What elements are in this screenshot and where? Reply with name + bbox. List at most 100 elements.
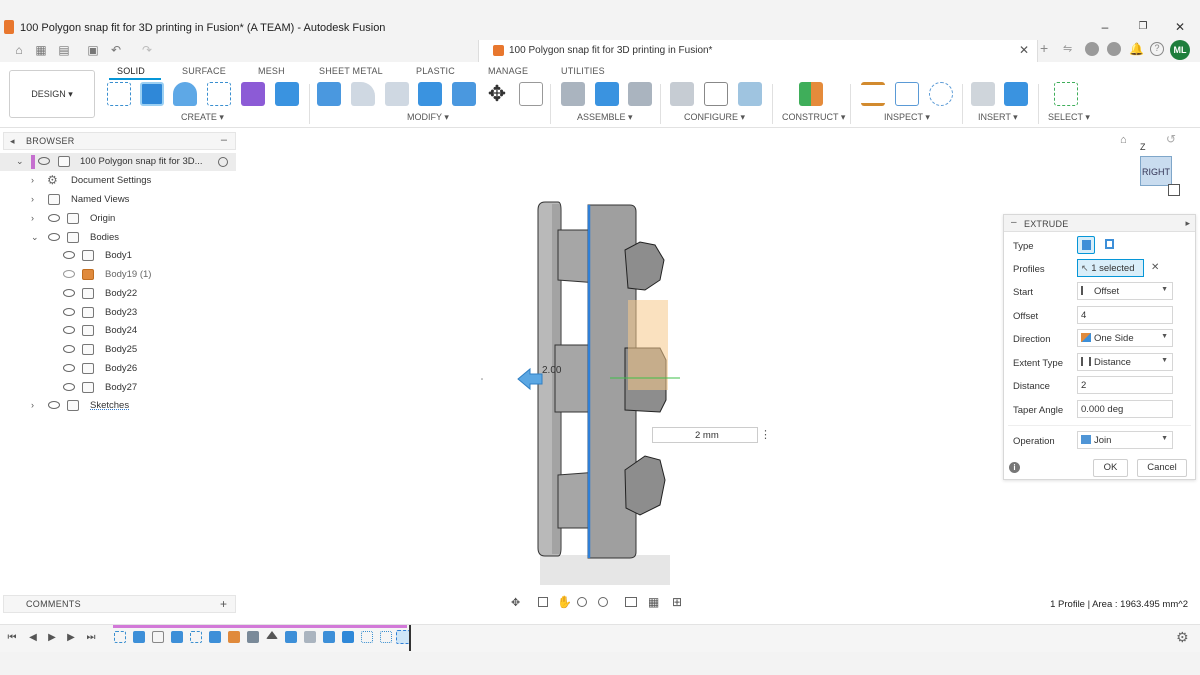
- start-dropdown[interactable]: Offset ▼: [1077, 282, 1173, 300]
- configure-icon[interactable]: [670, 82, 694, 106]
- visibility-eye-icon[interactable]: [63, 383, 75, 391]
- timeline-extrude-icon[interactable]: [323, 631, 335, 643]
- visibility-eye-icon[interactable]: [63, 251, 75, 259]
- timeline-sketch-icon[interactable]: [190, 631, 202, 643]
- tree-item-body27[interactable]: Body27: [0, 379, 236, 397]
- ok-button[interactable]: OK: [1093, 459, 1128, 477]
- visibility-eye-icon[interactable]: [48, 214, 60, 222]
- visibility-eye-icon[interactable]: [48, 401, 60, 409]
- chevron-right-icon[interactable]: ›: [31, 213, 41, 223]
- timeline-mirror-icon[interactable]: [266, 631, 278, 639]
- pan-icon[interactable]: ✋: [557, 595, 572, 609]
- activate-radio-icon[interactable]: [218, 157, 228, 167]
- chamfer-icon[interactable]: [385, 82, 409, 106]
- profiles-selection[interactable]: ↖ 1 selected: [1077, 259, 1144, 277]
- as-built-joint-icon[interactable]: [628, 82, 652, 106]
- timeline-last-icon[interactable]: ⏭: [85, 632, 97, 644]
- home-icon[interactable]: ⌂: [12, 43, 26, 57]
- tab-utilities[interactable]: UTILITIES: [561, 66, 605, 76]
- create-group-label[interactable]: CREATE ▾: [181, 112, 224, 123]
- chevron-right-icon[interactable]: ›: [31, 194, 41, 204]
- home-view-icon[interactable]: ⌂: [1120, 134, 1127, 146]
- browser-root-row[interactable]: ⌄ 100 Polygon snap fit for 3D...: [0, 153, 236, 171]
- extensions-icon[interactable]: [1107, 42, 1121, 56]
- configure-rule-icon[interactable]: [738, 82, 762, 106]
- maximize-button[interactable]: ❐: [1128, 18, 1158, 36]
- new-component-icon[interactable]: [561, 82, 585, 106]
- modify-group-label[interactable]: MODIFY ▾: [407, 112, 449, 123]
- viewcube-right-face[interactable]: RIGHT: [1140, 156, 1172, 186]
- viewports-icon[interactable]: ⊞: [672, 595, 682, 609]
- select-group-label[interactable]: SELECT ▾: [1048, 112, 1090, 123]
- timeline-first-icon[interactable]: ⏮: [6, 632, 18, 644]
- configuration-table-icon[interactable]: [704, 82, 728, 106]
- file-menu-icon[interactable]: ▤: [57, 43, 71, 57]
- timeline-extrude-icon[interactable]: [171, 631, 183, 643]
- box-icon[interactable]: [275, 82, 299, 106]
- visibility-eye-icon[interactable]: [38, 157, 50, 165]
- tree-item-body1[interactable]: Body1: [0, 247, 236, 265]
- tree-item-bodies[interactable]: ⌄ Bodies: [0, 229, 236, 247]
- section-analysis-icon[interactable]: [929, 82, 953, 106]
- chevron-down-icon[interactable]: ⌄: [16, 156, 26, 167]
- move-icon[interactable]: ✥: [485, 82, 509, 106]
- timeline-feature-icon[interactable]: [247, 631, 259, 643]
- timeline-extrude-icon[interactable]: [285, 631, 297, 643]
- taper-angle-input[interactable]: 0.000 deg: [1077, 400, 1173, 418]
- job-status-icon[interactable]: [1085, 42, 1099, 56]
- document-tab[interactable]: 100 Polygon snap fit for 3D printing in …: [478, 40, 1038, 62]
- timeline-prev-icon[interactable]: ◀: [27, 632, 39, 644]
- timeline-extrude-icon[interactable]: [133, 631, 145, 643]
- timeline-next-icon[interactable]: ▶: [65, 632, 77, 644]
- close-window-button[interactable]: ✕: [1165, 18, 1195, 36]
- shell-icon[interactable]: [418, 82, 442, 106]
- type-thin-button[interactable]: [1101, 236, 1119, 254]
- help-icon[interactable]: ?: [1150, 42, 1164, 56]
- grid-settings-icon[interactable]: ▦: [648, 595, 659, 609]
- insert-image-icon[interactable]: [1004, 82, 1028, 106]
- offline-icon[interactable]: ⇋: [1063, 42, 1077, 56]
- cancel-button[interactable]: Cancel: [1137, 459, 1187, 477]
- minimize-button[interactable]: –: [1090, 18, 1120, 36]
- workspace-switcher[interactable]: DESIGN ▾: [9, 70, 95, 118]
- chevron-right-icon[interactable]: ›: [31, 400, 41, 410]
- chevron-down-icon[interactable]: ⌄: [31, 232, 41, 243]
- add-comment-button[interactable]: +: [220, 597, 227, 611]
- timeline-combine-icon[interactable]: [342, 631, 354, 643]
- offset-input[interactable]: 4: [1077, 306, 1173, 324]
- visibility-eye-icon[interactable]: [63, 345, 75, 353]
- direction-dropdown[interactable]: One Side ▼: [1077, 329, 1173, 347]
- tab-mesh[interactable]: MESH: [258, 66, 285, 76]
- display-settings-icon[interactable]: [625, 597, 637, 607]
- timeline-settings-gear-icon[interactable]: ⚙: [1176, 629, 1189, 646]
- save-icon[interactable]: ▣: [86, 43, 100, 57]
- tab-surface[interactable]: SURFACE: [182, 66, 226, 76]
- extrude-icon[interactable]: [140, 82, 164, 106]
- undo-icon[interactable]: ↶: [109, 43, 123, 57]
- tree-item-body19[interactable]: Body19 (1): [0, 266, 236, 284]
- form-icon[interactable]: [241, 82, 265, 106]
- viewcube-corner-icon[interactable]: [1168, 184, 1180, 196]
- visibility-eye-icon[interactable]: [63, 289, 75, 297]
- measure-icon[interactable]: [861, 82, 885, 106]
- close-tab-icon[interactable]: ✕: [1019, 43, 1029, 57]
- timeline-feature-icon[interactable]: [152, 631, 164, 643]
- timeline-feature-icon[interactable]: [304, 631, 316, 643]
- tree-item-body25[interactable]: Body25: [0, 341, 236, 359]
- change-parameters-icon[interactable]: [519, 82, 543, 106]
- tree-item-body26[interactable]: Body26: [0, 360, 236, 378]
- tree-item-origin[interactable]: › Origin: [0, 210, 236, 228]
- insert-group-label[interactable]: INSERT ▾: [978, 112, 1018, 123]
- timeline-current-sketch-icon[interactable]: [396, 630, 410, 644]
- extent-type-dropdown[interactable]: Distance ▼: [1077, 353, 1173, 371]
- zoom-icon[interactable]: [577, 597, 587, 607]
- timeline-extrude-icon[interactable]: [209, 631, 221, 643]
- new-tab-icon[interactable]: +: [1040, 40, 1048, 56]
- combine-icon[interactable]: [452, 82, 476, 106]
- configure-group-label[interactable]: CONFIGURE ▾: [684, 112, 745, 123]
- inspect-group-label[interactable]: INSPECT ▾: [884, 112, 930, 123]
- timeline-marker[interactable]: [409, 625, 411, 651]
- create-sketch-icon[interactable]: [107, 82, 131, 106]
- tree-item-body23[interactable]: Body23: [0, 304, 236, 322]
- tab-solid[interactable]: SOLID: [117, 66, 145, 76]
